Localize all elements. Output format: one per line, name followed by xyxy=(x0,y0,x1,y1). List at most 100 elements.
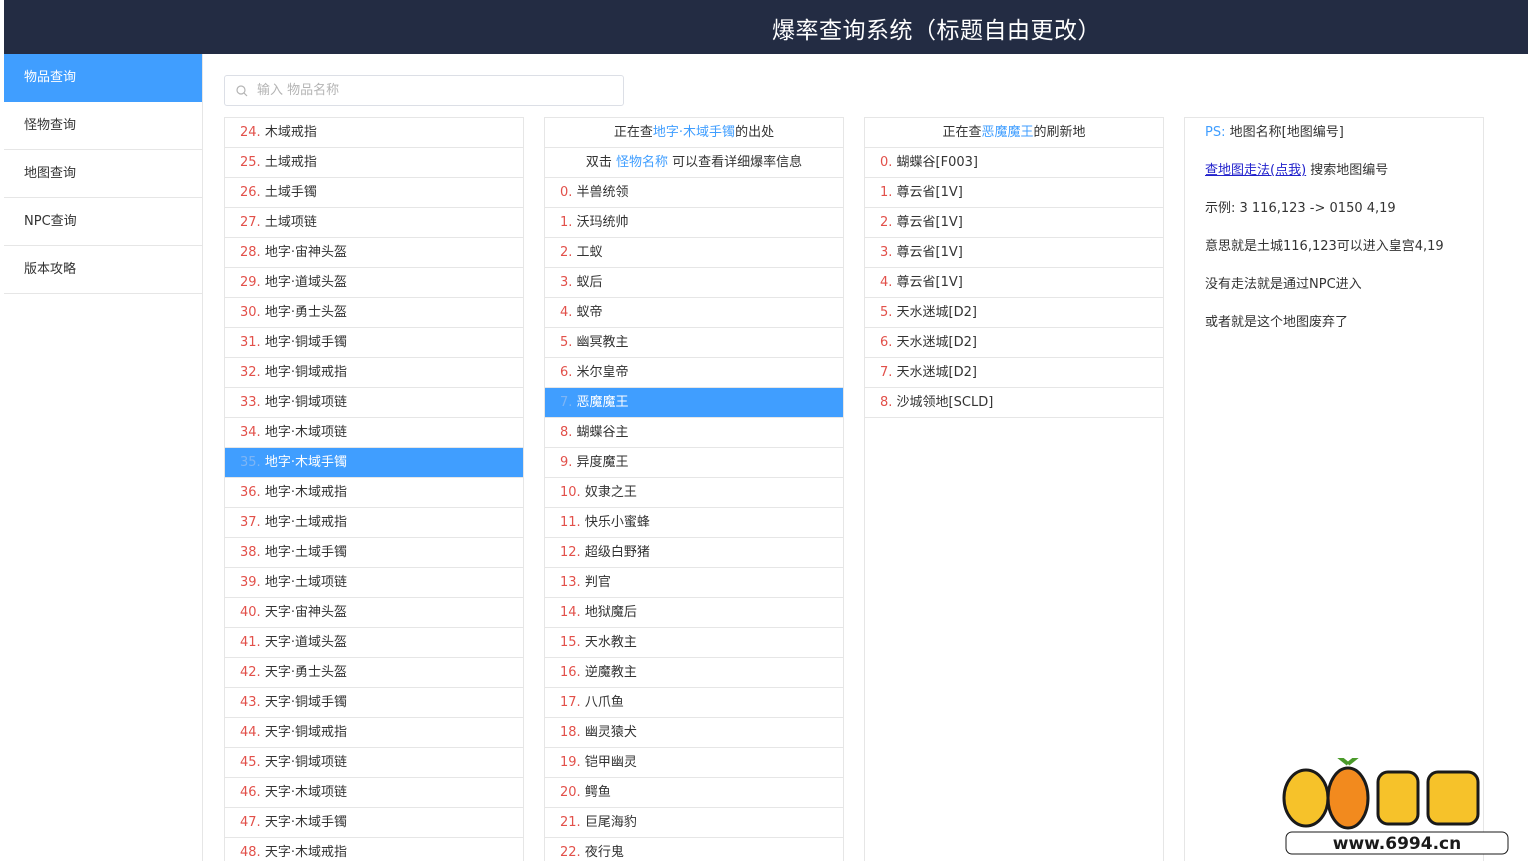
list-item-index: 45. xyxy=(240,755,261,770)
list-item[interactable]: 39. 地字·土域项链 xyxy=(225,568,523,598)
list-item-index: 39. xyxy=(240,575,261,590)
list-item-name: 土域手镯 xyxy=(264,185,317,200)
list-item[interactable]: 0. 半兽统领 xyxy=(545,178,843,208)
list-item[interactable]: 10. 奴隶之王 xyxy=(545,478,843,508)
list-item[interactable]: 27. 土域项链 xyxy=(225,208,523,238)
list-item-index: 17. xyxy=(560,695,581,710)
list-item-name: 天字·木域手镯 xyxy=(264,815,347,830)
list-item[interactable]: 5. 幽冥教主 xyxy=(545,328,843,358)
list-item[interactable]: 29. 地字·道域头盔 xyxy=(225,268,523,298)
list-item-name: 天字·铜域手镯 xyxy=(264,695,347,710)
list-item[interactable]: 32. 地字·铜域戒指 xyxy=(225,358,523,388)
list-item-index: 42. xyxy=(240,665,261,680)
list-item[interactable]: 46. 天字·木域项链 xyxy=(225,778,523,808)
list-item[interactable]: 36. 地字·木域戒指 xyxy=(225,478,523,508)
list-item[interactable]: 11. 快乐小蜜蜂 xyxy=(545,508,843,538)
list-item-index: 0. xyxy=(880,155,893,170)
list-item[interactable]: 6. 天水迷城[D2] xyxy=(865,328,1163,358)
map-route-line: 查地图走法(点我) 搜索地图编号 xyxy=(1205,163,1483,201)
list-item-name: 铠甲幽灵 xyxy=(584,755,637,770)
list-item[interactable]: 33. 地字·铜域项链 xyxy=(225,388,523,418)
list-item[interactable]: 9. 异度魔王 xyxy=(545,448,843,478)
list-item[interactable]: 48. 天字·木域戒指 xyxy=(225,838,523,861)
list-item[interactable]: 5. 天水迷城[D2] xyxy=(865,298,1163,328)
list-item-name: 天字·勇士头盔 xyxy=(264,665,347,680)
list-item[interactable]: 20. 鳄鱼 xyxy=(545,778,843,808)
list-item[interactable]: 22. 夜行鬼 xyxy=(545,838,843,861)
list-item-name: 恶魔魔王 xyxy=(576,395,629,410)
list-item[interactable]: 14. 地狱魔后 xyxy=(545,598,843,628)
sidebar-item[interactable]: 物品查询 xyxy=(4,54,202,102)
list-item[interactable]: 7. 天水迷城[D2] xyxy=(865,358,1163,388)
list-item[interactable]: 41. 天字·道域头盔 xyxy=(225,628,523,658)
list-item[interactable]: 43. 天字·铜域手镯 xyxy=(225,688,523,718)
list-item[interactable]: 47. 天字·木域手镯 xyxy=(225,808,523,838)
list-item-index: 7. xyxy=(560,395,573,410)
list-item-name: 鳄鱼 xyxy=(584,785,611,800)
list-item[interactable]: 31. 地字·铜域手镯 xyxy=(225,328,523,358)
list-item[interactable]: 25. 土域戒指 xyxy=(225,148,523,178)
list-item-index: 5. xyxy=(560,335,573,350)
list-item[interactable]: 26. 土域手镯 xyxy=(225,178,523,208)
list-item[interactable]: 40. 天字·宙神头盔 xyxy=(225,598,523,628)
list-item[interactable]: 1. 沃玛统帅 xyxy=(545,208,843,238)
list-item-index: 12. xyxy=(560,545,581,560)
list-item[interactable]: 18. 幽灵猿犬 xyxy=(545,718,843,748)
info-panel: PS: 地图名称[地图编号] 查地图走法(点我) 搜索地图编号 示例: 3 11… xyxy=(1184,117,1484,861)
list-item-name: 天水迷城[D2] xyxy=(896,365,977,380)
list-item[interactable]: 42. 天字·勇士头盔 xyxy=(225,658,523,688)
search-input[interactable] xyxy=(257,76,617,105)
list-item[interactable]: 21. 巨尾海豹 xyxy=(545,808,843,838)
list-item[interactable]: 44. 天字·铜域戒指 xyxy=(225,718,523,748)
list-item[interactable]: 37. 地字·土域戒指 xyxy=(225,508,523,538)
list-item[interactable]: 4. 尊云省[1V] xyxy=(865,268,1163,298)
sidebar-item[interactable]: 地图查询 xyxy=(4,150,202,198)
list-item-name: 夜行鬼 xyxy=(584,845,624,860)
list-item[interactable]: 2. 尊云省[1V] xyxy=(865,208,1163,238)
list-item-name: 蚁后 xyxy=(576,275,603,290)
list-item[interactable]: 7. 恶魔魔王 xyxy=(545,388,843,418)
sidebar-item[interactable]: 怪物查询 xyxy=(4,102,202,150)
list-item[interactable]: 24. 木域戒指 xyxy=(225,118,523,148)
list-item[interactable]: 8. 蝴蝶谷主 xyxy=(545,418,843,448)
list-item-index: 3. xyxy=(880,245,893,260)
list-item[interactable]: 1. 尊云省[1V] xyxy=(865,178,1163,208)
search-box[interactable] xyxy=(224,75,624,106)
list-item[interactable]: 28. 地字·宙神头盔 xyxy=(225,238,523,268)
list-item-index: 5. xyxy=(880,305,893,320)
list-item-name: 蚁帝 xyxy=(576,305,603,320)
hint-highlight: 怪物名称 xyxy=(615,155,668,170)
list-item-name: 地字·土域戒指 xyxy=(264,515,347,530)
list-item[interactable]: 13. 判官 xyxy=(545,568,843,598)
list-item-index: 32. xyxy=(240,365,261,380)
list-item[interactable]: 6. 米尔皇帝 xyxy=(545,358,843,388)
list-item[interactable]: 12. 超级白野猪 xyxy=(545,538,843,568)
list-item[interactable]: 17. 八爪鱼 xyxy=(545,688,843,718)
map-route-link[interactable]: 查地图走法(点我) xyxy=(1205,163,1306,178)
list-item-name: 八爪鱼 xyxy=(584,695,624,710)
list-item[interactable]: 30. 地字·勇士头盔 xyxy=(225,298,523,328)
list-item[interactable]: 19. 铠甲幽灵 xyxy=(545,748,843,778)
list-item[interactable]: 0. 蝴蝶谷[F003] xyxy=(865,148,1163,178)
list-item[interactable]: 8. 沙城领地[SCLD] xyxy=(865,388,1163,418)
list-item[interactable]: 45. 天字·铜域项链 xyxy=(225,748,523,778)
watermark-logo: 萝卜论坛www.6994.cn xyxy=(1282,758,1509,855)
list-item[interactable]: 16. 逆魔教主 xyxy=(545,658,843,688)
list-item[interactable]: 34. 地字·木域项链 xyxy=(225,418,523,448)
sidebar-item[interactable]: 版本攻略 xyxy=(4,246,202,294)
list-item[interactable]: 15. 天水教主 xyxy=(545,628,843,658)
list-item-index: 30. xyxy=(240,305,261,320)
sidebar-item[interactable]: NPC查询 xyxy=(4,198,202,246)
page-title: 爆率查询系统（标题自由更改） xyxy=(772,18,1101,44)
list-item[interactable]: 3. 尊云省[1V] xyxy=(865,238,1163,268)
list-item[interactable]: 4. 蚁帝 xyxy=(545,298,843,328)
list-item[interactable]: 38. 地字·土域手镯 xyxy=(225,538,523,568)
no-path-line: 没有走法就是通过NPC进入 xyxy=(1205,277,1362,292)
monster-list-panel: 正在查地字·木域手镯的出处 双击 怪物名称 可以查看详细爆率信息 0. 半兽统领… xyxy=(544,117,844,861)
list-item-name: 蝴蝶谷主 xyxy=(576,425,629,440)
list-item-name: 地字·木域项链 xyxy=(264,425,347,440)
list-item[interactable]: 3. 蚁后 xyxy=(545,268,843,298)
list-item[interactable]: 2. 工蚁 xyxy=(545,238,843,268)
list-item-index: 8. xyxy=(560,425,573,440)
list-item[interactable]: 35. 地字·木域手镯 xyxy=(225,448,523,478)
